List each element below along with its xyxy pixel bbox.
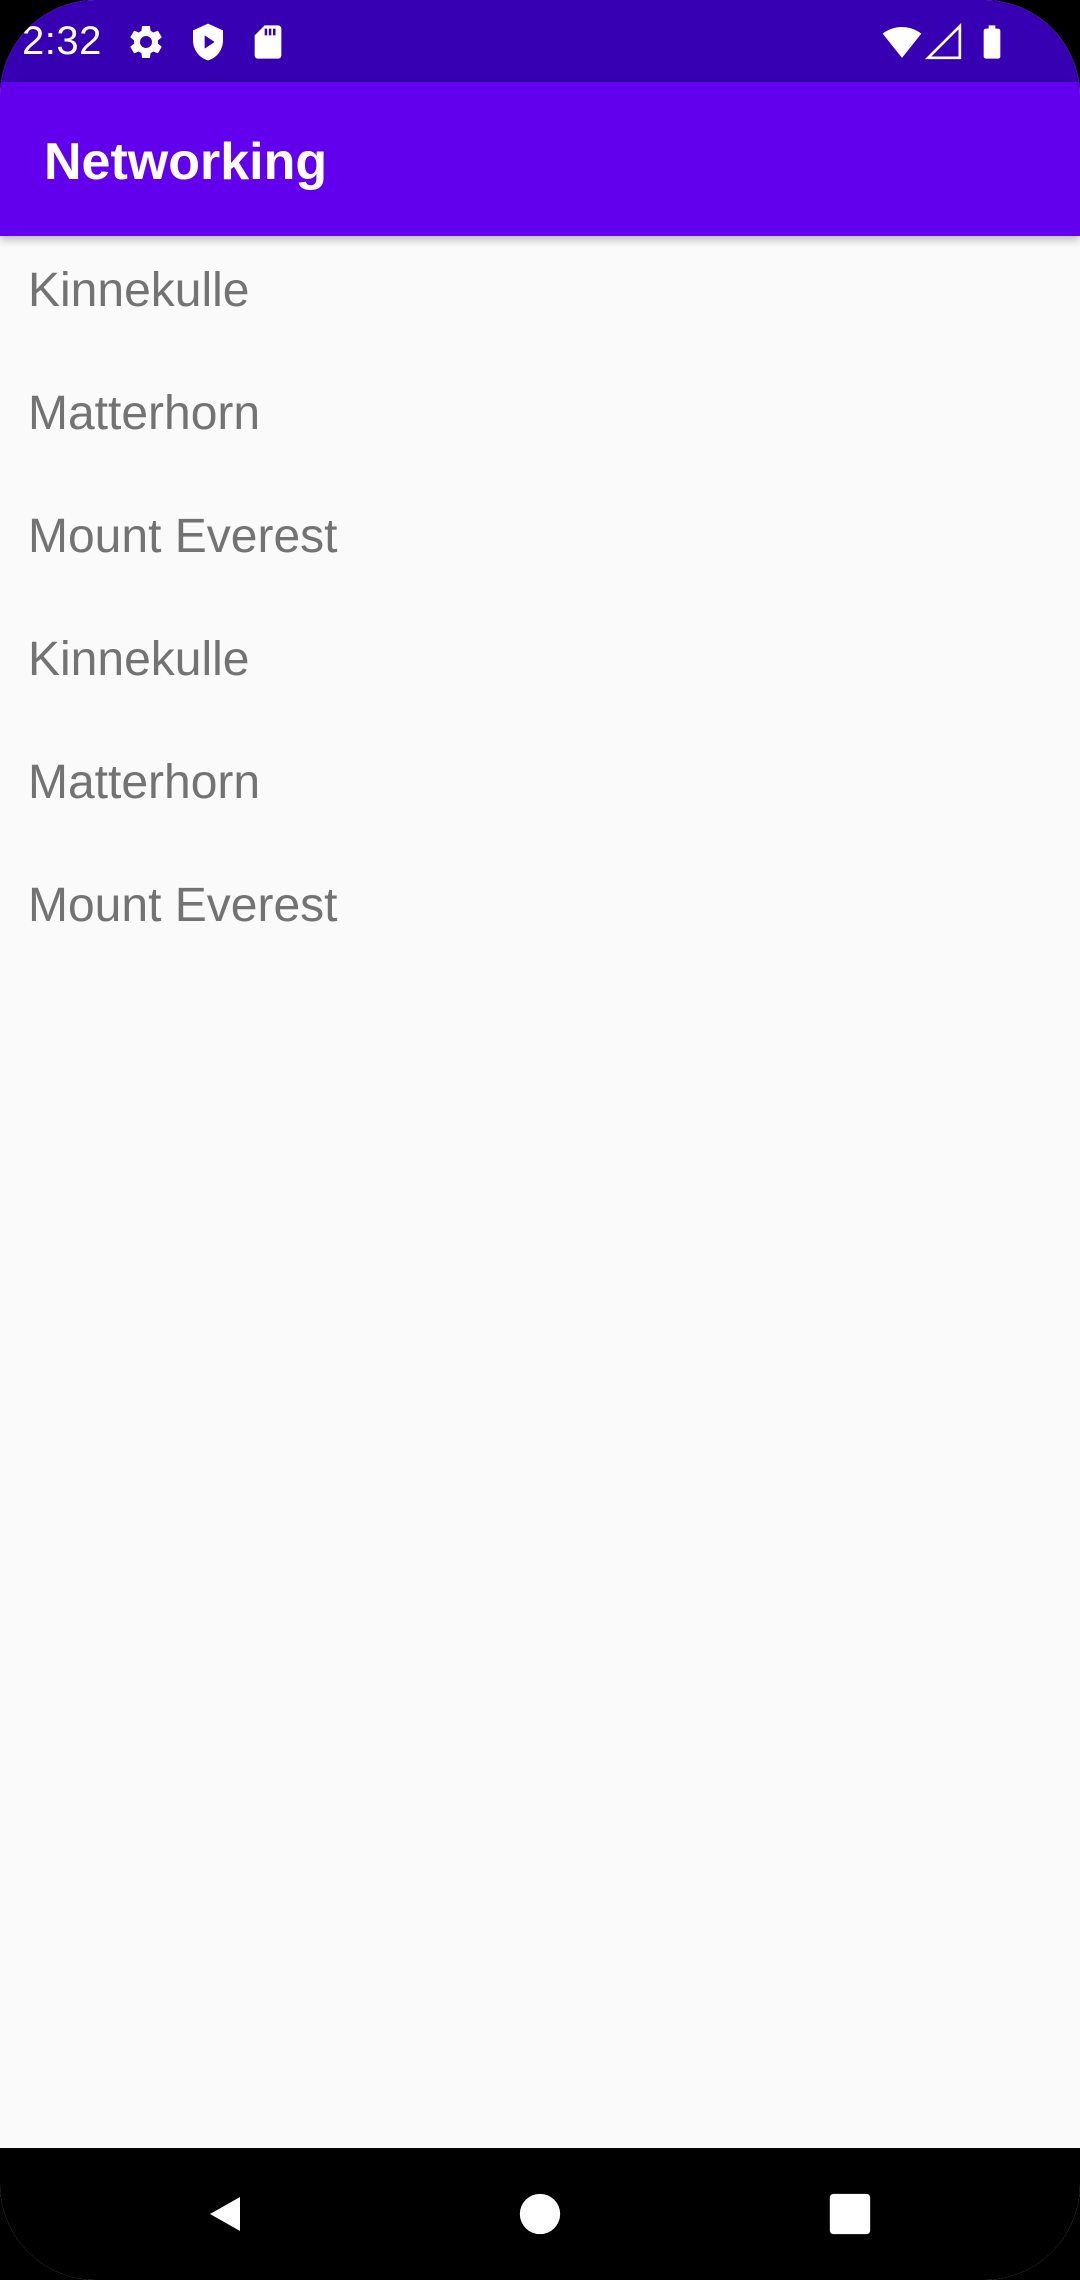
navigation-bar [0, 2148, 1080, 2280]
list-item[interactable]: Kinnekulle [0, 264, 1080, 387]
recents-icon [829, 2193, 871, 2235]
wifi-icon [882, 22, 922, 62]
status-bar: 2:32 [0, 0, 1080, 82]
cellular-signal-icon [924, 22, 964, 62]
phone-screen: 2:32 Networking Kinnekulle Matterhorn Mo… [0, 0, 1080, 2280]
list-item[interactable]: Matterhorn [0, 387, 1080, 510]
list-item-label: Kinnekulle [28, 633, 250, 686]
status-time: 2:32 [22, 19, 102, 63]
list-item[interactable]: Matterhorn [0, 756, 1080, 879]
battery-icon [972, 22, 1012, 62]
mountain-list: Kinnekulle Matterhorn Mount Everest Kinn… [0, 236, 1080, 1002]
list-item-label: Matterhorn [28, 756, 261, 809]
back-button[interactable] [186, 2174, 266, 2254]
recents-button[interactable] [810, 2174, 890, 2254]
home-icon [519, 2193, 561, 2235]
list-item[interactable]: Mount Everest [0, 510, 1080, 633]
sd-card-icon [248, 22, 288, 62]
shield-play-icon [188, 22, 228, 62]
content-area: Kinnekulle Matterhorn Mount Everest Kinn… [0, 236, 1080, 2148]
list-item-label: Mount Everest [28, 879, 338, 932]
list-item[interactable]: Mount Everest [0, 879, 1080, 1002]
app-title: Networking [44, 133, 328, 191]
list-item-label: Matterhorn [28, 387, 261, 440]
home-button[interactable] [500, 2174, 580, 2254]
list-item[interactable]: Kinnekulle [0, 633, 1080, 756]
app-bar: Networking [0, 82, 1080, 236]
settings-icon [126, 22, 166, 62]
list-item-label: Mount Everest [28, 510, 338, 563]
back-icon [210, 2197, 240, 2231]
list-item-label: Kinnekulle [28, 264, 250, 317]
